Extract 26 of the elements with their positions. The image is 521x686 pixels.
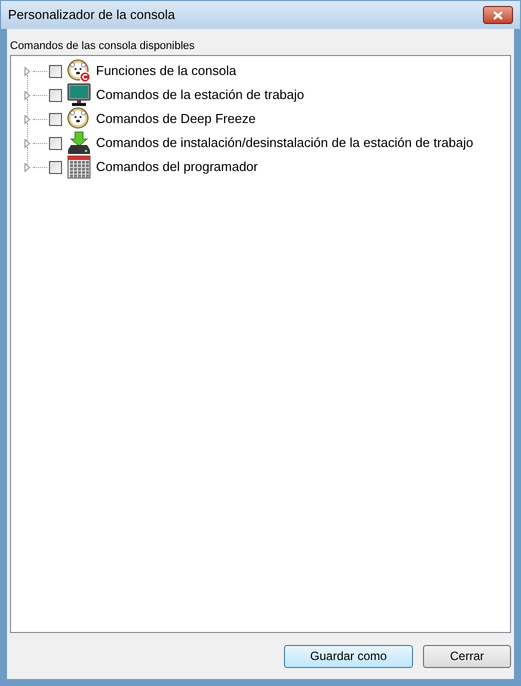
tree-item-label[interactable]: Funciones de la consola bbox=[96, 61, 236, 81]
checkbox[interactable] bbox=[49, 136, 62, 150]
checkbox[interactable] bbox=[49, 64, 62, 78]
download-drive-icon bbox=[67, 131, 91, 155]
tree-label: Comandos de las consola disponibles bbox=[10, 39, 196, 54]
polar-bear-icon bbox=[67, 107, 91, 131]
calendar-icon bbox=[67, 155, 91, 179]
close-icon bbox=[493, 10, 503, 20]
expand-arrow-icon[interactable] bbox=[24, 162, 31, 172]
close-button[interactable] bbox=[483, 6, 513, 24]
dialog-button[interactable]: Guardar como bbox=[284, 644, 413, 668]
tree-item-label[interactable]: Comandos de instalación/desinstalación de la estación de trabajo bbox=[96, 133, 474, 153]
expand-arrow-icon[interactable] bbox=[24, 138, 31, 148]
tree-item-label[interactable]: Comandos de Deep Freeze bbox=[96, 109, 256, 129]
checkbox[interactable] bbox=[49, 160, 62, 174]
checkbox[interactable] bbox=[49, 88, 62, 102]
expand-arrow-icon[interactable] bbox=[24, 90, 31, 100]
expand-arrow-icon[interactable] bbox=[24, 114, 31, 124]
polar-bear-badge-icon bbox=[67, 59, 91, 83]
checkbox[interactable] bbox=[49, 112, 62, 126]
window-title: Personalizador de la consola bbox=[8, 6, 175, 24]
dialog-button[interactable]: Cerrar bbox=[423, 644, 511, 668]
monitor-icon bbox=[67, 83, 91, 107]
expand-arrow-icon[interactable] bbox=[24, 66, 31, 76]
tree-item-label[interactable]: Comandos del programador bbox=[96, 157, 258, 177]
tree-item-label[interactable]: Comandos de la estación de trabajo bbox=[96, 85, 304, 105]
